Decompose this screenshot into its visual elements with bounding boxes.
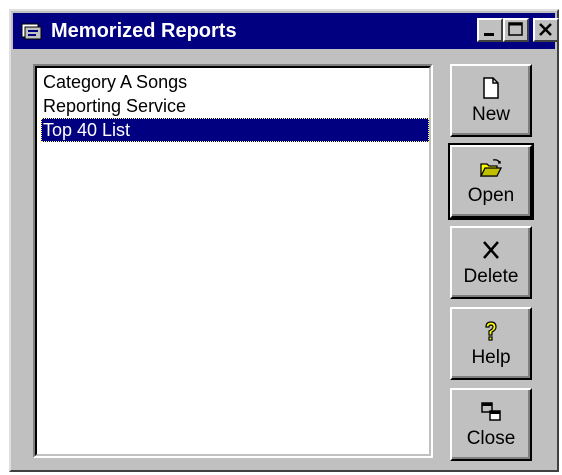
listbox-frame: Category A Songs Reporting Service Top 4… xyxy=(35,66,431,456)
close-button-label: Close xyxy=(466,428,516,449)
open-button[interactable]: Open xyxy=(448,143,534,220)
delete-button[interactable]: Delete xyxy=(450,226,532,299)
close-button[interactable]: Close xyxy=(450,388,532,461)
close-windows-icon xyxy=(481,402,501,421)
question-mark-icon xyxy=(485,321,497,341)
minimize-icon xyxy=(484,33,494,36)
minimize-button[interactable] xyxy=(477,18,503,42)
close-window-button[interactable] xyxy=(533,18,559,42)
list-item[interactable]: Top 40 List xyxy=(41,118,429,142)
memorized-reports-window: Memorized Reports Category A Songs Repor… xyxy=(9,9,559,472)
new-document-icon xyxy=(483,77,499,99)
new-button[interactable]: New xyxy=(450,64,532,137)
window-title: Memorized Reports xyxy=(51,20,237,42)
list-item[interactable]: Category A Songs xyxy=(41,70,429,94)
x-delete-icon xyxy=(483,241,499,259)
maximize-icon xyxy=(508,22,523,36)
title-bar[interactable]: Memorized Reports xyxy=(13,13,559,49)
help-button[interactable]: Help xyxy=(450,307,532,380)
open-folder-icon xyxy=(479,159,503,177)
new-button-label: New xyxy=(471,104,510,125)
delete-button-label: Delete xyxy=(463,266,519,287)
help-button-label: Help xyxy=(471,347,511,368)
list-item[interactable]: Reporting Service xyxy=(41,94,429,118)
close-icon xyxy=(539,23,552,36)
reports-listbox[interactable]: Category A Songs Reporting Service Top 4… xyxy=(33,64,433,458)
report-icon xyxy=(21,23,42,40)
maximize-button[interactable] xyxy=(503,18,529,42)
open-button-label: Open xyxy=(467,185,515,206)
